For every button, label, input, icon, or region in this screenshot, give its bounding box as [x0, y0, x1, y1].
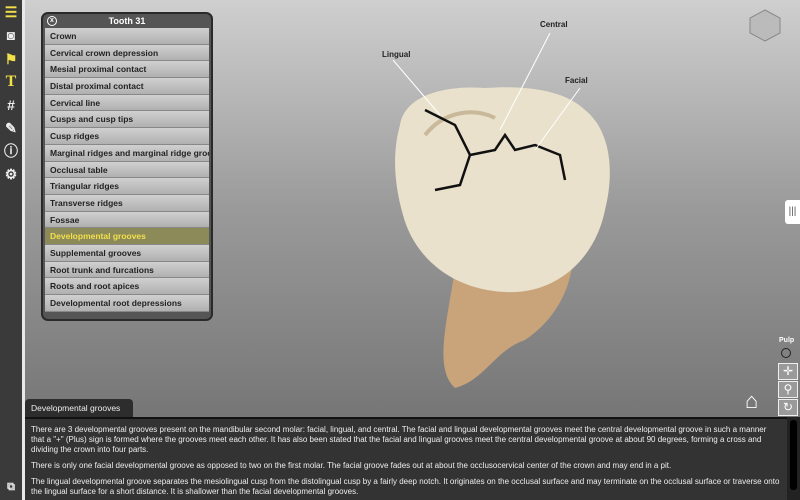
pan-button[interactable]: ✛	[778, 363, 798, 380]
panel-item[interactable]: Developmental grooves	[45, 228, 209, 245]
label-lingual: Lingual	[382, 50, 411, 59]
panel-item[interactable]: Marginal ridges and marginal ridge groov…	[45, 144, 209, 162]
info-text: There are 3 developmental grooves presen…	[25, 417, 787, 500]
settings-icon[interactable]: ⚙	[2, 165, 20, 183]
panel-item[interactable]: Cusp ridges	[45, 128, 209, 145]
panel-title: Tooth 31	[108, 16, 146, 26]
panel-item[interactable]: Distal proximal contact	[45, 78, 209, 95]
text-icon[interactable]: T	[2, 73, 20, 91]
pulp-toggle[interactable]	[781, 348, 791, 358]
info-icon[interactable]: ⓘ	[2, 142, 20, 160]
panel-item[interactable]: Triangular ridges	[45, 178, 209, 195]
info-tab[interactable]: Developmental grooves	[25, 399, 133, 417]
pulp-label: Pulp	[779, 337, 795, 344]
label-facial: Facial	[565, 76, 588, 85]
panel-item[interactable]: Supplemental grooves	[45, 244, 209, 262]
panel-item[interactable]: Transverse ridges	[45, 194, 209, 212]
home-icon[interactable]: ⌂	[745, 390, 758, 412]
close-icon[interactable]: x	[47, 16, 57, 26]
paragraph: There are 3 developmental grooves presen…	[31, 425, 767, 454]
rotate-button[interactable]: ↻	[778, 399, 798, 416]
panel-item[interactable]: Cervical crown depression	[45, 44, 209, 62]
paragraph: There is only one facial developmental g…	[31, 461, 672, 470]
hash-icon[interactable]: #	[2, 96, 20, 114]
zoom-button[interactable]: ⚲	[778, 381, 798, 398]
camera-icon[interactable]: ◙	[2, 26, 20, 44]
panel-item[interactable]: Roots and root apices	[45, 278, 209, 295]
scrollbar[interactable]	[787, 417, 800, 500]
scroll-thumb[interactable]	[790, 420, 797, 490]
panel-item[interactable]: Developmental root depressions	[45, 295, 209, 312]
panel-item[interactable]: Fossae	[45, 211, 209, 229]
structure-panel: x Tooth 31 Crown Cervical crown depression…	[41, 12, 213, 321]
expand-icon[interactable]: ⧉	[2, 478, 20, 496]
drawer-handle[interactable]: |||	[785, 200, 800, 224]
panel-item[interactable]: Mesial proximal contact	[45, 61, 209, 79]
panel-item[interactable]: Crown	[45, 28, 209, 45]
list-icon[interactable]: ☰	[2, 3, 20, 21]
panel-item[interactable]: Cervical line	[45, 94, 209, 112]
image-edit-icon[interactable]: ✎	[2, 119, 20, 137]
paragraph: The lingual developmental groove separat…	[31, 477, 780, 496]
panel-item[interactable]: Cusps and cusp tips	[45, 111, 209, 129]
orientation-cube[interactable]	[749, 9, 781, 42]
label-central: Central	[540, 20, 568, 29]
flag-icon[interactable]: ⚑	[2, 50, 20, 68]
panel-item[interactable]: Occlusal table	[45, 161, 209, 179]
panel-item[interactable]: Root trunk and furcations	[45, 261, 209, 279]
left-toolbar: ☰ ◙ ⚑ T # ✎ ⓘ ⚙ ⧉	[0, 0, 22, 500]
